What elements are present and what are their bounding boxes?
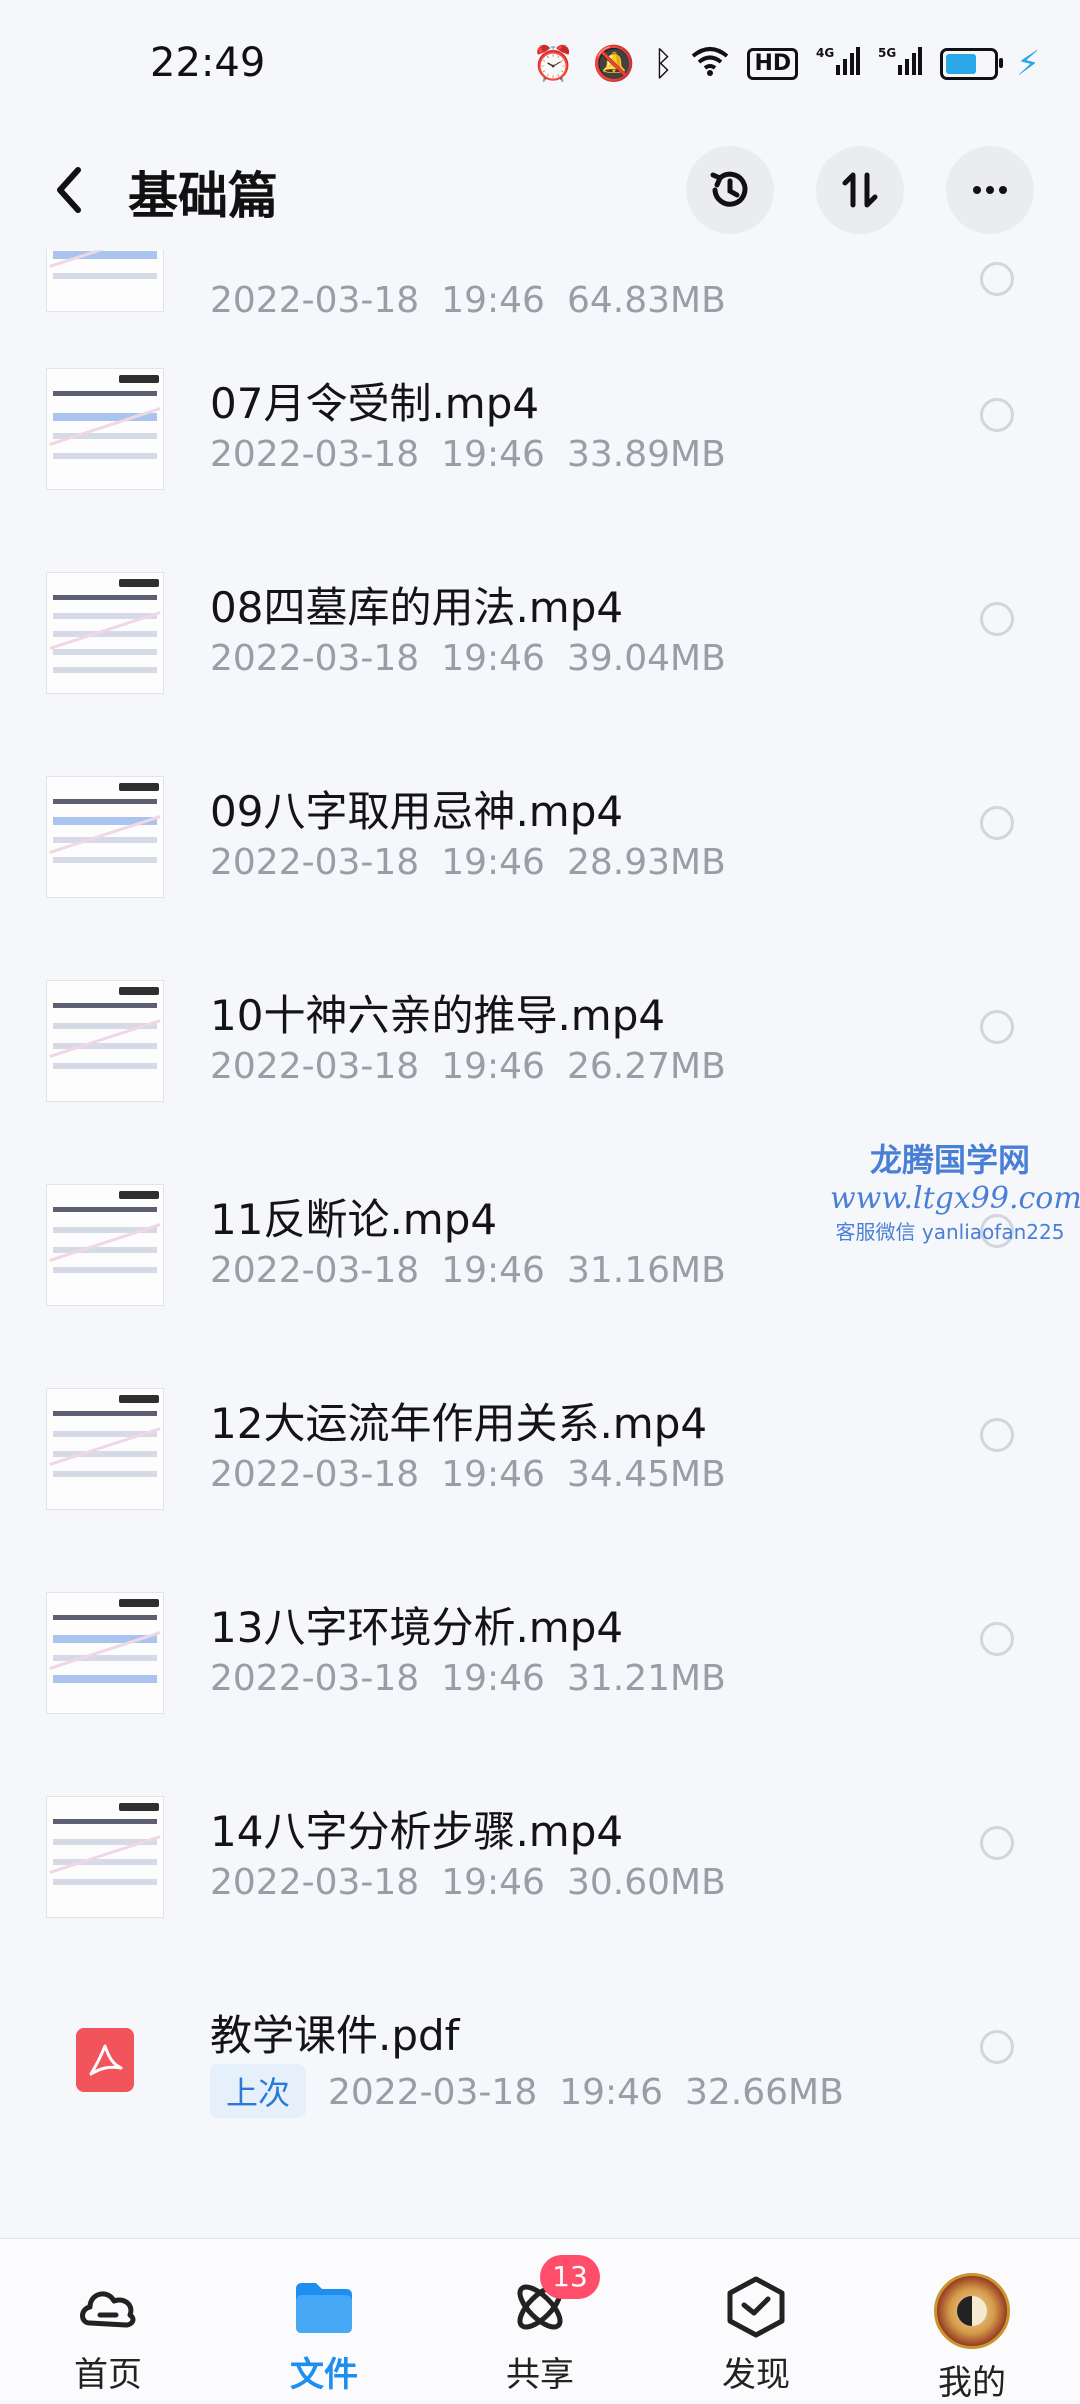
- file-meta: 2022-03-18 19:46 31.21MB: [210, 1658, 726, 1699]
- nav-share[interactable]: 13 共享: [470, 2255, 610, 2396]
- select-radio[interactable]: [980, 262, 1014, 296]
- file-name: 教学课件.pdf: [210, 2011, 460, 2060]
- video-thumbnail: [46, 776, 164, 898]
- bluetooth-icon: ᛒ: [653, 44, 674, 84]
- select-radio[interactable]: [980, 1214, 1014, 1248]
- select-radio[interactable]: [980, 1622, 1014, 1656]
- select-radio[interactable]: [980, 1010, 1014, 1044]
- more-button[interactable]: [946, 146, 1034, 234]
- video-thumbnail: [46, 1796, 164, 1918]
- battery-icon: [940, 48, 1004, 80]
- video-thumbnail: [46, 368, 164, 490]
- file-meta: 2022-03-18 19:46 34.45MB: [210, 1454, 726, 1495]
- file-row[interactable]: 10十神六亲的推导.mp4 2022-03-18 19:46 26.27MB: [0, 964, 1080, 1168]
- file-name: 08四墓库的用法.mp4: [210, 583, 624, 632]
- video-thumbnail: [46, 980, 164, 1102]
- file-meta: 2022-03-18 19:46 28.93MB: [210, 842, 726, 883]
- file-meta: 2022-03-18 19:46 64.83MB: [210, 280, 726, 321]
- svg-text:4G: 4G: [816, 46, 834, 60]
- file-meta: 2022-03-18 19:46 33.89MB: [210, 434, 726, 475]
- file-name: 11反断论.mp4: [210, 1195, 498, 1244]
- signal-5g-icon: 5G: [878, 45, 923, 83]
- bottom-nav: 首页 文件 13 共享 发现 我的: [0, 2238, 1080, 2404]
- file-name: 14八字分析步骤.mp4: [210, 1807, 624, 1856]
- select-radio[interactable]: [980, 398, 1014, 432]
- header: 基础篇: [0, 130, 1080, 250]
- video-thumbnail: [46, 572, 164, 694]
- more-icon: [973, 186, 1007, 194]
- mute-vibrate-icon: 🔕: [592, 44, 636, 84]
- nav-discover[interactable]: 发现: [686, 2273, 826, 2396]
- page-title: 基础篇: [128, 167, 278, 225]
- alarm-icon: ⏰: [532, 44, 575, 84]
- video-thumbnail: [46, 1388, 164, 1510]
- status-icons: ⏰ 🔕 ᛒ HD 4G 5G ⚡: [532, 44, 1040, 84]
- file-meta: 2022-03-18 19:46 26.27MB: [210, 1046, 726, 1087]
- file-meta: 2022-03-18 19:46 30.60MB: [210, 1862, 726, 1903]
- file-row[interactable]: 14八字分析步骤.mp4 2022-03-18 19:46 30.60MB: [0, 1780, 1080, 1984]
- status-bar: 22:49 ⏰ 🔕 ᛒ HD 4G 5G ⚡: [0, 0, 1080, 130]
- folder-icon: [290, 2273, 358, 2341]
- file-row[interactable]: 12大运流年作用关系.mp4 2022-03-18 19:46 34.45MB: [0, 1372, 1080, 1576]
- select-radio[interactable]: [980, 806, 1014, 840]
- share-orbit-icon: 13: [506, 2255, 600, 2341]
- svg-text:5G: 5G: [878, 46, 896, 60]
- select-radio[interactable]: [980, 602, 1014, 636]
- discover-cube-icon: [722, 2273, 790, 2341]
- select-radio[interactable]: [980, 2030, 1014, 2064]
- nav-me[interactable]: 我的: [902, 2273, 1042, 2404]
- file-row[interactable]: 07月令受制.mp4 2022-03-18 19:46 33.89MB: [0, 352, 1080, 556]
- last-opened-tag: 上次: [210, 2064, 307, 2118]
- file-meta: 2022-03-18 19:46 39.04MB: [210, 638, 726, 679]
- charging-icon: ⚡: [1016, 44, 1040, 84]
- select-radio[interactable]: [980, 1826, 1014, 1860]
- file-name: 13八字环境分析.mp4: [210, 1603, 624, 1652]
- sort-icon: [842, 172, 878, 208]
- file-row[interactable]: 08四墓库的用法.mp4 2022-03-18 19:46 39.04MB: [0, 556, 1080, 760]
- file-row[interactable]: 09八字取用忌神.mp4 2022-03-18 19:46 28.93MB: [0, 760, 1080, 964]
- share-badge: 13: [540, 2255, 600, 2299]
- file-name: 12大运流年作用关系.mp4: [210, 1399, 708, 1448]
- hd-icon: HD: [747, 48, 799, 80]
- chevron-left-icon: [57, 167, 81, 213]
- sort-button[interactable]: [816, 146, 904, 234]
- avatar: [934, 2273, 1010, 2349]
- file-meta: 上次 2022-03-18 19:46 32.66MB: [210, 2064, 866, 2118]
- file-list: 2022-03-18 19:46 64.83MB 07月令受制.mp4 2022-0…: [0, 250, 1080, 2230]
- file-row[interactable]: 11反断论.mp4 2022-03-18 19:46 31.16MB: [0, 1168, 1080, 1372]
- history-button[interactable]: [686, 146, 774, 234]
- video-thumbnail: [46, 1592, 164, 1714]
- file-row[interactable]: 13八字环境分析.mp4 2022-03-18 19:46 31.21MB: [0, 1576, 1080, 1780]
- video-thumbnail: [46, 1184, 164, 1306]
- video-thumbnail: [46, 250, 164, 312]
- pdf-icon: [76, 2028, 134, 2092]
- file-name: 10十神六亲的推导.mp4: [210, 991, 666, 1040]
- signal-4g-icon: 4G: [816, 45, 861, 83]
- file-name: 07月令受制.mp4: [210, 379, 540, 428]
- back-button[interactable]: [48, 160, 88, 220]
- file-meta: 2022-03-18 19:46 31.16MB: [210, 1250, 726, 1291]
- history-icon: [710, 171, 748, 207]
- file-name: 09八字取用忌神.mp4: [210, 787, 624, 836]
- select-radio[interactable]: [980, 1418, 1014, 1452]
- nav-files[interactable]: 文件: [254, 2273, 394, 2396]
- file-row[interactable]: 教学课件.pdf 上次 2022-03-18 19:46 32.66MB: [0, 1984, 1080, 2188]
- file-row[interactable]: 2022-03-18 19:46 64.83MB: [0, 250, 1080, 352]
- wifi-icon: [691, 46, 729, 82]
- nav-home[interactable]: 首页: [38, 2273, 178, 2396]
- cloud-home-icon: [74, 2273, 142, 2341]
- status-time: 22:49: [150, 40, 266, 86]
